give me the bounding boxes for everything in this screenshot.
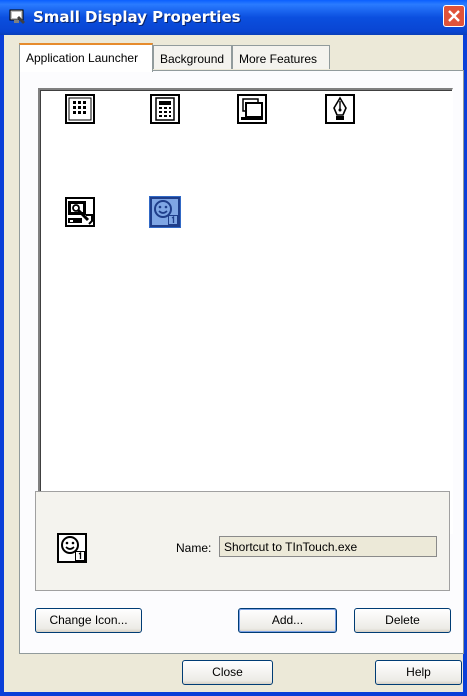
name-label: Name: (176, 541, 212, 555)
pen-nib-icon[interactable] (324, 93, 356, 125)
add-button[interactable]: Add... (238, 608, 337, 633)
display-properties-icon (9, 9, 25, 24)
delete-button[interactable]: Delete (354, 608, 451, 633)
calculator-icon[interactable] (149, 93, 181, 125)
close-button[interactable]: Close (182, 660, 273, 685)
tools-settings-icon[interactable] (64, 196, 96, 228)
window-stack-icon[interactable] (236, 93, 268, 125)
close-window-button[interactable] (443, 5, 465, 27)
tab-background[interactable]: Background (153, 45, 232, 69)
close-icon (448, 10, 460, 22)
smiley-shortcut-icon (57, 533, 87, 563)
tab-application-launcher[interactable]: Application Launcher (19, 43, 153, 72)
window-title: Small Display Properties (33, 8, 241, 26)
application-icon-list[interactable] (38, 88, 453, 534)
title-bar[interactable]: Small Display Properties (0, 0, 467, 35)
help-button[interactable]: Help (375, 660, 462, 685)
properties-window: Small Display Properties Application Lau… (0, 0, 467, 696)
change-icon-button[interactable]: Change Icon... (35, 608, 142, 633)
tab-panel: Name: Shortcut to TInTouch.exe Change Ic… (19, 70, 464, 654)
tab-more-features[interactable]: More Features (232, 45, 330, 69)
name-field: Shortcut to TInTouch.exe (219, 536, 437, 557)
keypad-icon[interactable] (64, 93, 96, 125)
selected-app-details: Name: Shortcut to TInTouch.exe (35, 491, 450, 591)
smiley-shortcut-icon[interactable] (149, 196, 181, 228)
